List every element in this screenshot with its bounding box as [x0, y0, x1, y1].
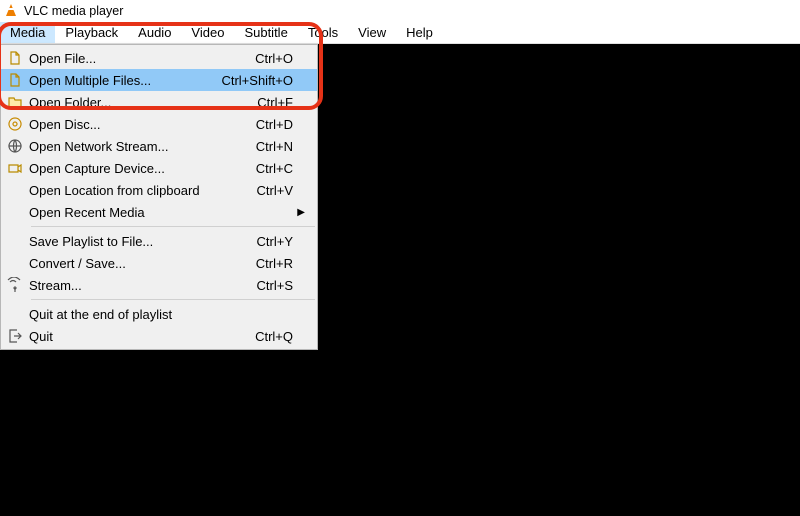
title-bar: VLC media player — [0, 0, 800, 22]
menu-item-open-recent-media[interactable]: Open Recent Media▶ — [1, 201, 317, 223]
menu-item-open-file[interactable]: Open File...Ctrl+O — [1, 47, 317, 69]
menu-item-shortcut: Ctrl+D — [256, 117, 311, 132]
file-icon — [1, 50, 29, 66]
menu-item-label: Save Playlist to File... — [29, 234, 257, 249]
quit-icon — [1, 328, 29, 344]
menu-item-shortcut: Ctrl+F — [257, 95, 311, 110]
menu-separator — [31, 299, 315, 300]
menu-item-shortcut: Ctrl+Y — [257, 234, 311, 249]
menu-item-shortcut: Ctrl+Q — [255, 329, 311, 344]
menu-subtitle[interactable]: Subtitle — [234, 22, 297, 43]
menu-item-shortcut: Ctrl+Shift+O — [221, 73, 311, 88]
submenu-arrow-icon: ▶ — [297, 207, 311, 218]
media-menu-dropdown: Open File...Ctrl+OOpen Multiple Files...… — [0, 44, 318, 350]
menu-item-open-location-from-clipboard[interactable]: Open Location from clipboardCtrl+V — [1, 179, 317, 201]
menu-item-open-capture-device[interactable]: Open Capture Device...Ctrl+C — [1, 157, 317, 179]
window-title: VLC media player — [24, 4, 123, 18]
menu-item-label: Open File... — [29, 51, 255, 66]
vlc-logo-icon — [4, 4, 18, 18]
folder-icon — [1, 94, 29, 110]
menu-item-label: Stream... — [29, 278, 257, 293]
menu-item-quit[interactable]: QuitCtrl+Q — [1, 325, 317, 347]
menu-item-label: Open Multiple Files... — [29, 73, 221, 88]
menu-playback[interactable]: Playback — [55, 22, 128, 43]
network-icon — [1, 138, 29, 154]
stream-icon — [1, 277, 29, 293]
menu-item-label: Open Network Stream... — [29, 139, 256, 154]
menu-item-label: Quit at the end of playlist — [29, 307, 293, 322]
menu-item-label: Open Folder... — [29, 95, 257, 110]
menu-separator — [31, 226, 315, 227]
menu-item-save-playlist-to-file[interactable]: Save Playlist to File...Ctrl+Y — [1, 230, 317, 252]
menu-item-stream[interactable]: Stream...Ctrl+S — [1, 274, 317, 296]
menu-audio[interactable]: Audio — [128, 22, 181, 43]
menu-item-label: Open Capture Device... — [29, 161, 256, 176]
menu-item-shortcut: Ctrl+S — [257, 278, 311, 293]
capture-icon — [1, 160, 29, 176]
disc-icon — [1, 116, 29, 132]
menu-item-quit-at-the-end-of-playlist[interactable]: Quit at the end of playlist — [1, 303, 317, 325]
menu-item-label: Quit — [29, 329, 255, 344]
file-icon — [1, 72, 29, 88]
menu-bar: MediaPlaybackAudioVideoSubtitleToolsView… — [0, 22, 800, 44]
menu-item-label: Open Disc... — [29, 117, 256, 132]
menu-item-shortcut: Ctrl+N — [256, 139, 311, 154]
menu-item-shortcut: Ctrl+O — [255, 51, 311, 66]
menu-tools[interactable]: Tools — [298, 22, 348, 43]
menu-item-convert-save[interactable]: Convert / Save...Ctrl+R — [1, 252, 317, 274]
menu-item-label: Open Recent Media — [29, 205, 297, 220]
menu-item-open-disc[interactable]: Open Disc...Ctrl+D — [1, 113, 317, 135]
menu-view[interactable]: View — [348, 22, 396, 43]
menu-item-shortcut: Ctrl+V — [257, 183, 311, 198]
menu-item-shortcut: Ctrl+C — [256, 161, 311, 176]
menu-item-open-network-stream[interactable]: Open Network Stream...Ctrl+N — [1, 135, 317, 157]
menu-item-label: Convert / Save... — [29, 256, 256, 271]
menu-item-label: Open Location from clipboard — [29, 183, 257, 198]
menu-item-shortcut: Ctrl+R — [256, 256, 311, 271]
menu-help[interactable]: Help — [396, 22, 443, 43]
menu-item-open-folder[interactable]: Open Folder...Ctrl+F — [1, 91, 317, 113]
menu-video[interactable]: Video — [181, 22, 234, 43]
menu-item-open-multiple-files[interactable]: Open Multiple Files...Ctrl+Shift+O — [1, 69, 317, 91]
menu-media[interactable]: Media — [0, 22, 55, 43]
